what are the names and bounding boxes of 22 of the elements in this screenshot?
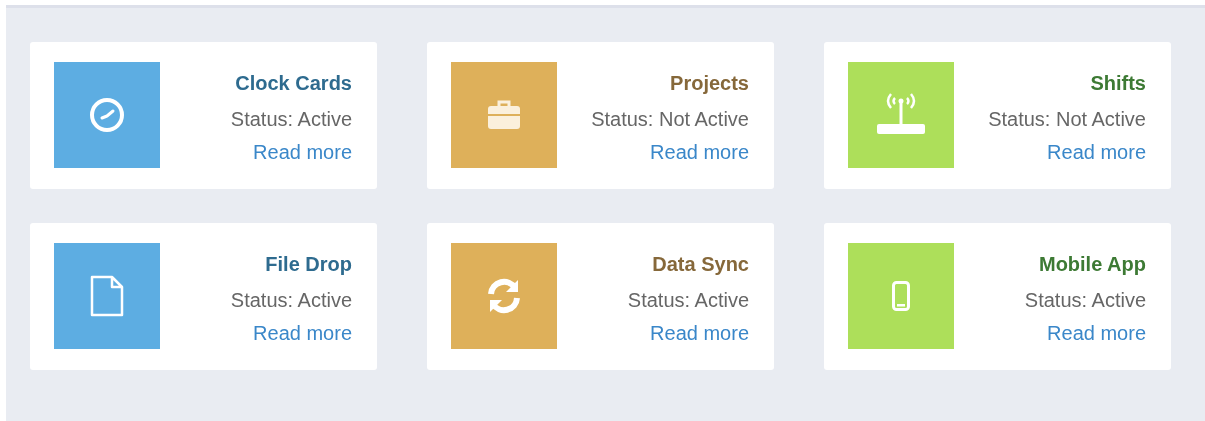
read-more-link[interactable]: Read more bbox=[1047, 317, 1146, 350]
card-title: Mobile App bbox=[1038, 253, 1146, 276]
card-title: Projects bbox=[670, 72, 749, 95]
read-more-link[interactable]: Read more bbox=[650, 136, 749, 169]
read-more-link[interactable]: Read more bbox=[1047, 136, 1146, 169]
phone-icon bbox=[892, 281, 910, 311]
card-title: Shifts bbox=[1090, 72, 1146, 95]
status-text: Status: Active bbox=[627, 288, 749, 313]
read-more-link[interactable]: Read more bbox=[253, 317, 352, 350]
clock-icon bbox=[89, 97, 125, 133]
status-text: Status: Active bbox=[230, 107, 352, 132]
read-more-link[interactable]: Read more bbox=[253, 136, 352, 169]
read-more-link[interactable]: Read more bbox=[650, 317, 749, 350]
status-text: Status: Not Active bbox=[988, 107, 1146, 132]
status-text: Status: Active bbox=[230, 288, 352, 313]
file-icon bbox=[90, 275, 124, 317]
card-title: Clock Cards bbox=[235, 72, 352, 95]
status-text: Status: Active bbox=[1024, 288, 1146, 313]
card-title: Data Sync bbox=[652, 253, 749, 276]
card-title: File Drop bbox=[265, 253, 352, 276]
status-text: Status: Not Active bbox=[591, 107, 749, 132]
briefcase-icon bbox=[487, 100, 521, 130]
